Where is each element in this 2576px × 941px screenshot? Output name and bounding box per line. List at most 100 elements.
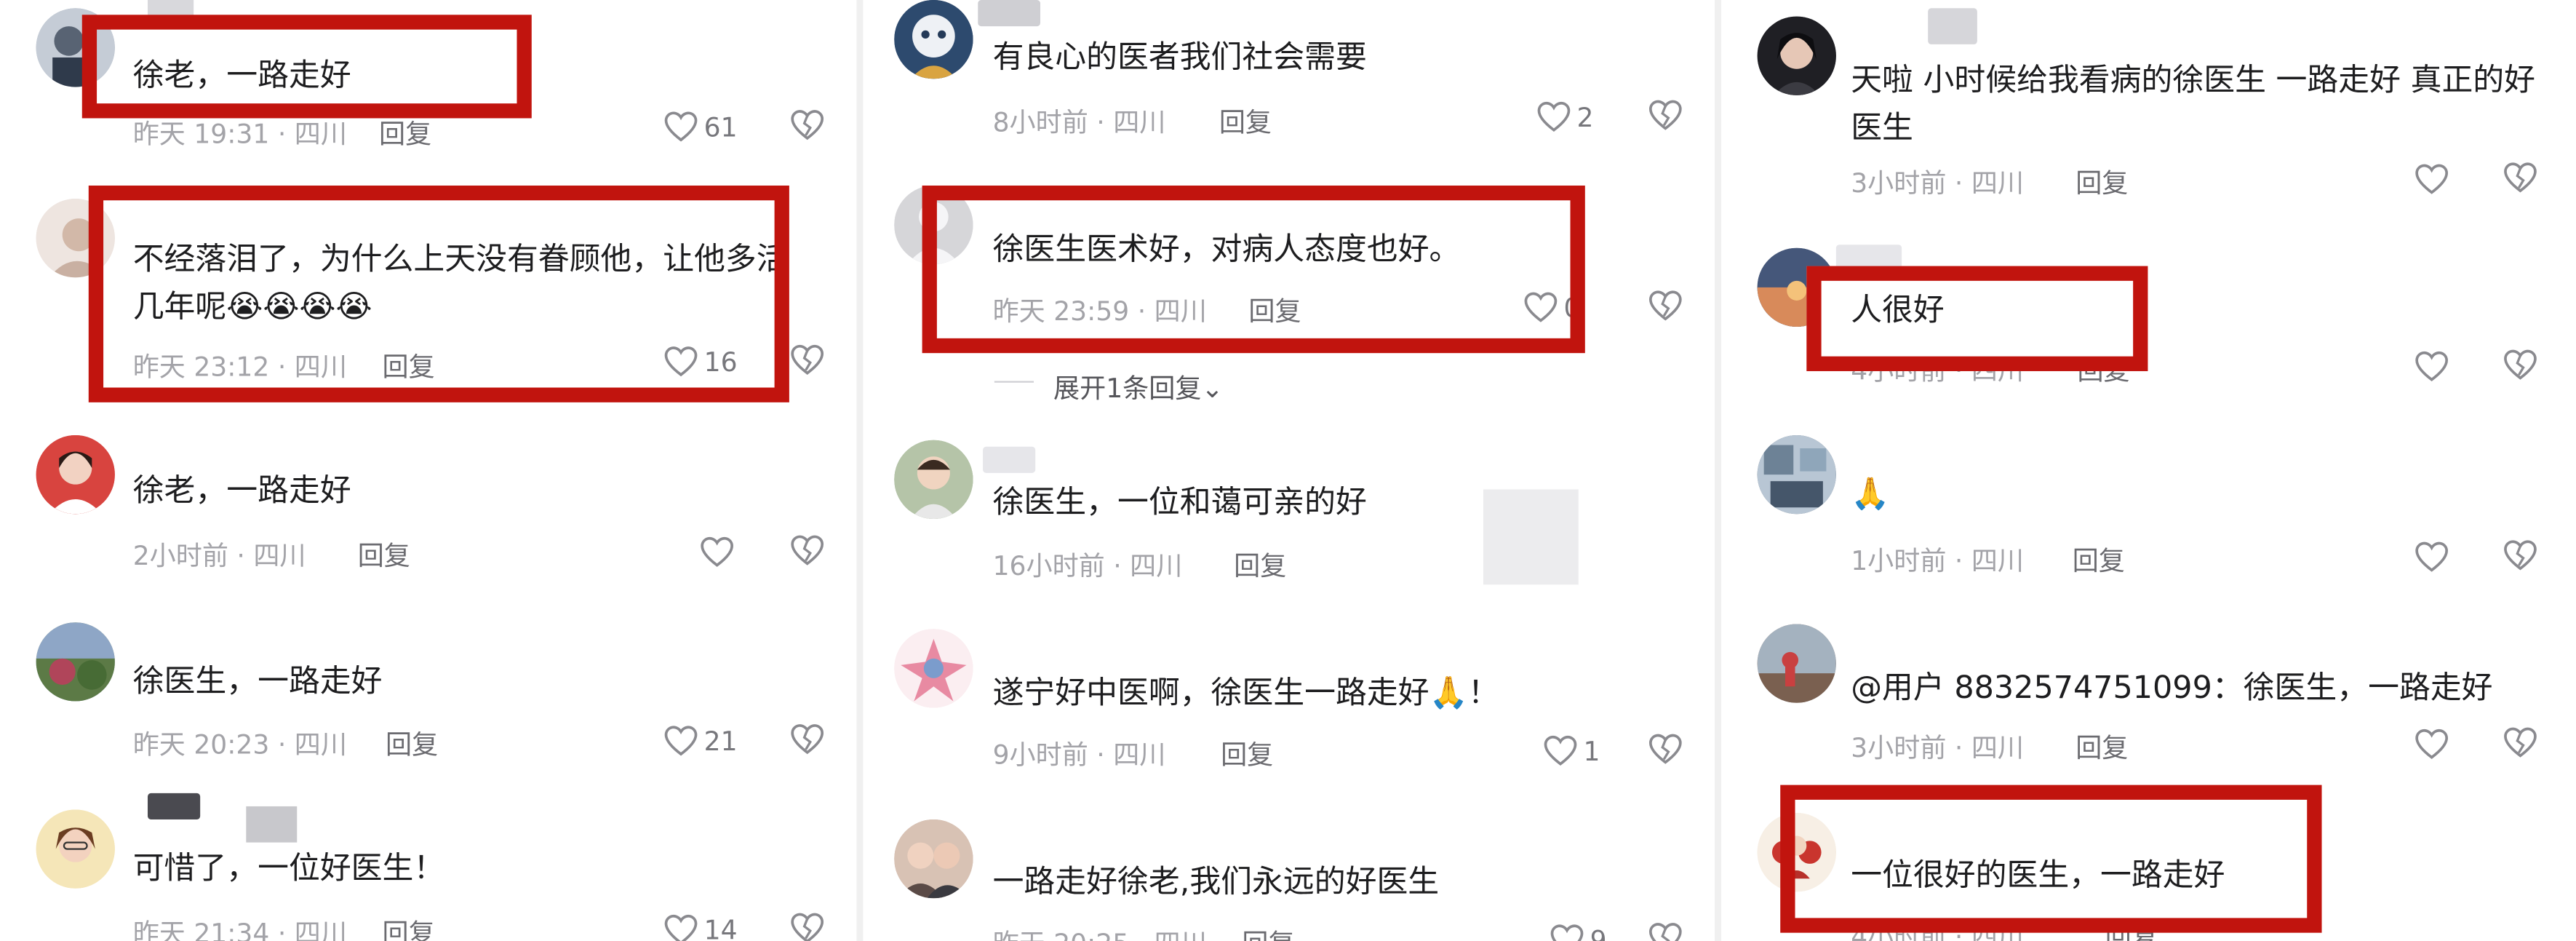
reply-button[interactable]: 回复 <box>2073 539 2125 578</box>
comment-text: 🙏 <box>1851 476 1890 513</box>
comment-item: 不经落泪了，为什么上天没有眷顾他，让他多活几年呢😭😭😭😭 昨天 23:12 · … <box>0 185 856 412</box>
comment-text: 徐医生，一路走好 <box>132 663 383 700</box>
reply-button[interactable]: 回复 <box>2075 726 2128 765</box>
comment-text: 有良心的医者我们社会需要 <box>992 39 1367 76</box>
like-count: 1 <box>1583 734 1600 766</box>
comment-text: 遂宁好中医啊，徐医生一路走好🙏！ <box>992 675 1499 712</box>
dislike-button[interactable] <box>1648 732 1684 769</box>
heart-outline-icon <box>1544 735 1577 766</box>
avatar[interactable] <box>894 819 973 899</box>
avatar[interactable] <box>1757 247 1836 327</box>
like-button[interactable]: 14 <box>663 911 738 941</box>
screenshot-collage: 徐老，一路走好 昨天 19:31 · 四川 回复 61 不经落泪了，为什么上天没… <box>0 0 2576 941</box>
avatar[interactable] <box>894 629 973 708</box>
heart-outline-icon <box>1524 292 1558 322</box>
heart-outline-icon <box>664 914 698 941</box>
reply-button[interactable]: 回复 <box>1242 921 1294 941</box>
expand-replies-button[interactable]: 展开1条回复⌄ <box>1053 366 1224 405</box>
reply-button[interactable]: 回复 <box>2105 915 2158 941</box>
comment-item: 有良心的医者我们社会需要 8小时前 · 四川 回复 2 <box>863 0 1715 164</box>
avatar[interactable] <box>1757 812 1836 892</box>
like-button[interactable]: 21 <box>663 723 738 759</box>
like-button[interactable]: 0 <box>1523 289 1580 325</box>
username-redacted <box>1928 8 1977 44</box>
comment-text: 不经落泪了，为什么上天没有眷顾他，让他多活几年呢😭😭😭😭 <box>132 241 788 325</box>
comment-time: 昨天 23:12 · 四川 <box>132 351 347 383</box>
comment-text: 一路走好徐老,我们永远的好医生 <box>992 863 1440 900</box>
heart-outline-icon <box>2415 351 2449 381</box>
avatar[interactable] <box>36 434 115 515</box>
reply-button[interactable]: 回复 <box>1234 544 1286 583</box>
avatar[interactable] <box>36 809 115 889</box>
dislike-button[interactable] <box>2503 161 2539 197</box>
broken-heart-icon <box>791 344 824 375</box>
dislike-button[interactable] <box>789 911 826 941</box>
avatar[interactable] <box>894 0 973 79</box>
heart-outline-icon <box>664 726 698 756</box>
reply-button[interactable]: 回复 <box>1221 732 1273 771</box>
dislike-button[interactable] <box>2503 348 2539 384</box>
like-button[interactable]: 1 <box>1542 732 1600 769</box>
comment-time: 4小时前 · 四川 <box>1851 354 2025 386</box>
dislike-button[interactable] <box>2503 539 2539 575</box>
like-button[interactable] <box>2414 161 2450 197</box>
reply-button[interactable]: 回复 <box>383 345 435 384</box>
like-count: 14 <box>703 913 738 941</box>
like-button[interactable] <box>2414 539 2450 575</box>
comment-time: 1小时前 · 四川 <box>1851 545 2025 577</box>
reply-button[interactable]: 回复 <box>383 911 435 941</box>
broken-heart-icon <box>791 110 824 140</box>
like-button[interactable]: 9 <box>1549 921 1607 941</box>
like-count: 0 <box>1563 291 1581 323</box>
comment-column-1: 徐老，一路走好 昨天 19:31 · 四川 回复 61 不经落泪了，为什么上天没… <box>0 0 857 941</box>
comment-time: 昨天 21:34 · 四川 <box>132 918 347 941</box>
dislike-button[interactable] <box>1648 98 1684 135</box>
username-redacted <box>147 0 194 18</box>
dislike-button[interactable] <box>789 723 826 759</box>
reply-button[interactable]: 回复 <box>379 111 431 151</box>
broken-heart-icon <box>1648 734 1682 764</box>
comment-item: 可惜了，一位好医生！ 昨天 21:34 · 四川 回复 14 <box>0 793 856 941</box>
avatar[interactable] <box>36 199 115 278</box>
username-redacted <box>147 793 201 819</box>
reply-button[interactable]: 回复 <box>1248 289 1301 328</box>
dislike-button[interactable] <box>789 533 826 570</box>
avatar[interactable] <box>36 622 115 702</box>
avatar[interactable] <box>1757 434 1836 515</box>
comment-item: 徐老，一路走好 2小时前 · 四川 回复 <box>0 434 856 600</box>
avatar[interactable] <box>1757 624 1836 703</box>
avatar[interactable] <box>36 8 115 87</box>
like-button[interactable] <box>2414 348 2450 384</box>
dislike-button[interactable] <box>1648 921 1684 941</box>
broken-heart-icon <box>1648 290 1682 321</box>
comment-item: 人很好 4小时前 · 四川 回复 人很好 <box>1721 245 2576 413</box>
broken-heart-icon <box>791 535 824 565</box>
like-button[interactable]: 2 <box>1536 98 1594 135</box>
avatar[interactable] <box>894 185 973 265</box>
comment-time: 昨天 19:31 · 四川 <box>132 118 347 150</box>
reply-button[interactable]: 回复 <box>1219 100 1272 140</box>
heart-outline-icon <box>2415 728 2449 759</box>
heart-outline-icon <box>664 346 698 377</box>
comment-item: 徐医生医术好，对病人态度也好。 昨天 23:59 · 四川 回复 0 展开1条回… <box>863 185 1715 416</box>
dislike-button[interactable] <box>789 344 826 380</box>
dislike-button[interactable] <box>789 108 826 145</box>
heart-outline-icon <box>1537 101 1571 132</box>
comment-item: 遂宁好中医啊，徐医生一路走好🙏！ 9小时前 · 四川 回复 1 <box>863 629 1715 793</box>
like-count: 2 <box>1576 100 1594 132</box>
like-button[interactable]: 61 <box>663 108 738 145</box>
reply-button[interactable]: 回复 <box>386 723 438 762</box>
reply-button[interactable]: 回复 <box>2075 161 2128 200</box>
reply-button[interactable]: 回复 <box>2077 348 2129 387</box>
like-button[interactable] <box>699 533 735 570</box>
like-button[interactable] <box>2414 726 2450 762</box>
broken-heart-icon <box>791 913 824 941</box>
comment-text: 可惜了，一位好医生！ <box>132 850 445 887</box>
dislike-button[interactable] <box>2503 726 2539 762</box>
like-button[interactable]: 16 <box>663 344 738 380</box>
dislike-button[interactable] <box>1648 289 1684 325</box>
avatar[interactable] <box>1757 16 1836 95</box>
avatar[interactable] <box>894 440 973 520</box>
reply-button[interactable]: 回复 <box>358 533 410 573</box>
comment-time: 16小时前 · 四川 <box>992 549 1183 581</box>
